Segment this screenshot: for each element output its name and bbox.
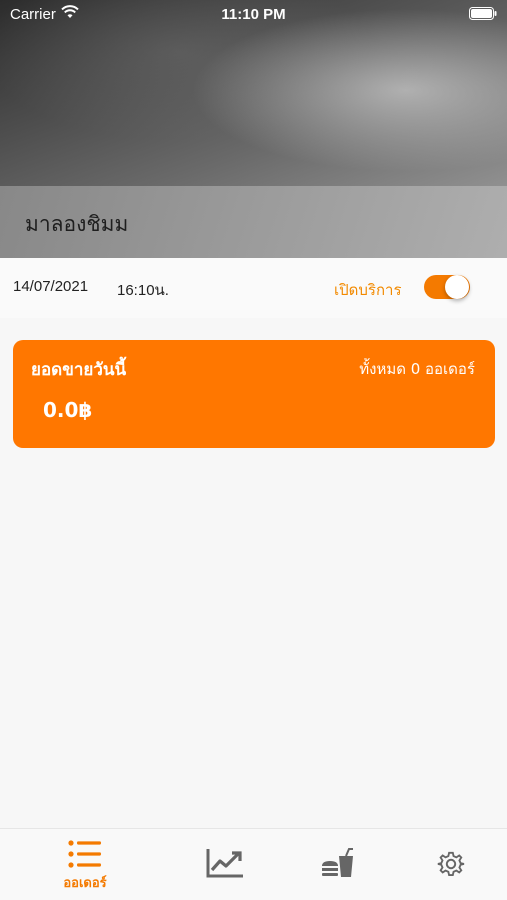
- toggle-knob: [445, 275, 469, 299]
- tab-reports[interactable]: [162, 829, 288, 900]
- service-toggle[interactable]: [424, 275, 470, 299]
- store-name: มาลองชิมม: [25, 212, 129, 236]
- food-drink-icon: [322, 848, 353, 877]
- gear-icon: [437, 851, 465, 877]
- info-row: 14/07/2021 16:10น. เปิดบริการ: [0, 258, 507, 318]
- today-sales-card[interactable]: ยอดขายวันนี้ ทั้งหมด 0 ออเดอร์ 0.0฿: [13, 340, 495, 448]
- battery-icon: [469, 7, 497, 20]
- tab-orders-label: ออเดอร์: [63, 876, 107, 891]
- service-status-label: เปิดบริการ: [334, 281, 402, 299]
- tab-settings[interactable]: [388, 829, 507, 900]
- tab-menu[interactable]: [276, 829, 402, 900]
- clock: 11:10 PM: [221, 6, 286, 23]
- header-photo: Carrier 11:10 PM มาลองชิมม: [0, 0, 507, 258]
- time-label: 16:10น.: [117, 282, 169, 299]
- tab-bar: ออเดอร์: [0, 828, 507, 900]
- sales-amount: 0.0฿: [43, 398, 93, 422]
- status-bar: Carrier 11:10 PM: [0, 0, 507, 28]
- date-label: 14/07/2021: [13, 278, 89, 295]
- order-count: ทั้งหมด 0 ออเดอร์: [359, 360, 475, 378]
- sales-title: ยอดขายวันนี้: [31, 360, 127, 380]
- store-title-band: มาลองชิมม: [0, 186, 507, 258]
- list-icon: [68, 840, 101, 868]
- tab-orders[interactable]: ออเดอร์: [22, 829, 148, 900]
- chart-icon: [206, 849, 243, 878]
